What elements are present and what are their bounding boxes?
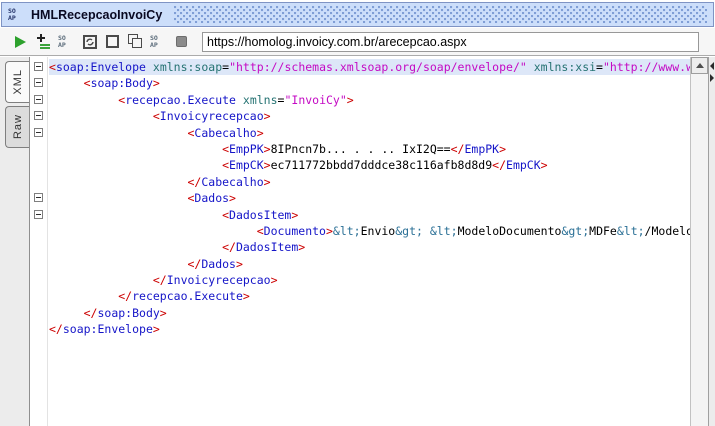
arrow-up-icon (696, 63, 704, 68)
code-line[interactable]: <soap:Body> (49, 75, 690, 91)
request-pane: XML Raw <soap:Envelope xmlns:soap="http:… (0, 57, 715, 426)
soap-action-button-2[interactable]: SOAP (148, 31, 169, 52)
scroll-up-button[interactable] (691, 57, 708, 74)
tab-raw-label: Raw (12, 114, 24, 139)
request-editor-window: SOAP HMLRecepcaoInvoiCy SOAP (0, 0, 715, 426)
tab-xml[interactable]: XML (5, 61, 29, 103)
code-line[interactable]: <Dados> (49, 190, 690, 206)
play-icon (15, 36, 26, 48)
code-line[interactable]: </Invoicyrecepcao> (49, 272, 690, 288)
submit-request-button[interactable] (10, 31, 31, 52)
fold-toggle[interactable] (34, 95, 43, 104)
code-line[interactable]: <DadosItem> (49, 207, 690, 223)
split-pane-divider[interactable] (708, 57, 715, 426)
editor-view-tabstrip: XML Raw (0, 57, 30, 426)
xml-editor[interactable]: <soap:Envelope xmlns:soap="http://schema… (49, 57, 690, 426)
fold-toggle[interactable] (34, 210, 43, 219)
recreate-icon (83, 35, 97, 49)
recreate-request-button[interactable] (79, 31, 100, 52)
code-line[interactable]: </Dados> (49, 256, 690, 272)
fold-toggle[interactable] (34, 193, 43, 202)
code-line[interactable]: </DadosItem> (49, 239, 690, 255)
fold-toggle[interactable] (34, 62, 43, 71)
endpoint-url-input[interactable] (202, 32, 699, 52)
soapui-window-icon: SOAP (8, 8, 25, 22)
add-to-testcase-button[interactable] (33, 31, 54, 52)
tab-raw[interactable]: Raw (5, 106, 29, 148)
soap-action-button-1[interactable]: SOAP (56, 31, 77, 52)
window-title: HMLRecepcaoInvoiCy (31, 8, 162, 22)
collapse-right-icon[interactable] (710, 74, 714, 82)
request-toolbar: SOAP SOAP (0, 28, 715, 56)
create-empty-button[interactable] (102, 31, 123, 52)
code-line[interactable]: <Invoicyrecepcao> (49, 108, 690, 124)
fold-toggle[interactable] (34, 111, 43, 120)
scrollbar-track[interactable] (691, 74, 708, 426)
code-line[interactable]: <Documento>&lt;Envio&gt; &lt;ModeloDocum… (49, 223, 690, 239)
code-line[interactable]: </soap:Body> (49, 305, 690, 321)
cancel-request-button[interactable] (171, 31, 192, 52)
code-line[interactable]: <recepcao.Execute xmlns="InvoiCy"> (49, 92, 690, 108)
copy-icon (128, 34, 143, 49)
vertical-scrollbar[interactable] (690, 57, 708, 426)
fold-toggle[interactable] (34, 78, 43, 87)
plus-lines-icon (36, 34, 51, 49)
code-line[interactable]: </soap:Envelope> (49, 321, 690, 337)
code-line[interactable]: <soap:Envelope xmlns:soap="http://schema… (49, 59, 690, 75)
soap-letters-icon: SOAP (58, 35, 75, 49)
code-line[interactable]: </Cabecalho> (49, 174, 690, 190)
fold-gutter (31, 57, 48, 426)
window-titlebar[interactable]: SOAP HMLRecepcaoInvoiCy (1, 2, 714, 27)
tab-xml-label: XML (12, 69, 24, 95)
code-line[interactable]: <EmpCK>ec711772bbdd7dddce38c116afb8d8d9<… (49, 157, 690, 173)
fold-toggle[interactable] (34, 128, 43, 137)
code-line[interactable]: <EmpPK>8IPncn7b... . . .. IxI2Q==</EmpPK… (49, 141, 690, 157)
stop-icon (176, 36, 187, 47)
collapse-left-icon[interactable] (710, 62, 714, 70)
titlebar-grip-texture (174, 6, 707, 23)
code-line[interactable]: <Cabecalho> (49, 125, 690, 141)
soap-letters-icon: SOAP (150, 35, 167, 49)
clone-request-button[interactable] (125, 31, 146, 52)
code-line[interactable]: </recepcao.Execute> (49, 288, 690, 304)
empty-square-icon (106, 35, 119, 48)
